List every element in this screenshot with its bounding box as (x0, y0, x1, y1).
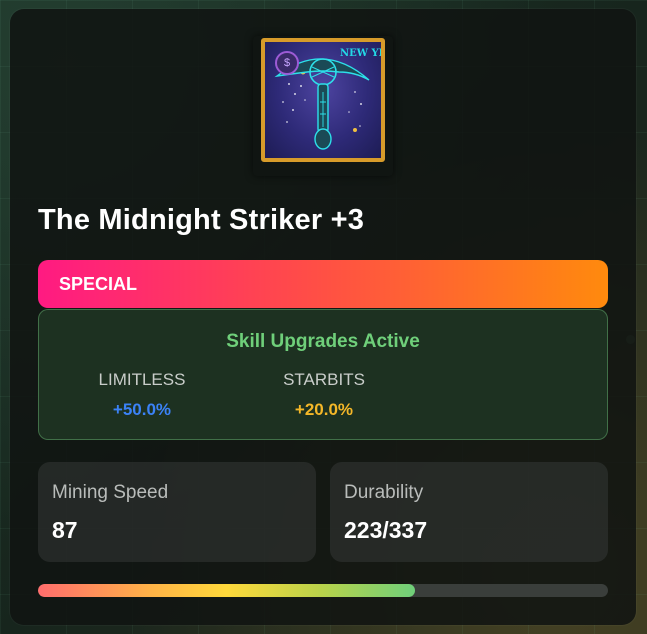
durability-bar-fill (38, 584, 416, 597)
stat-mining-speed: Mining Speed 87 (38, 462, 316, 562)
skill-value: +50.0% (112, 400, 172, 419)
skill-upgrades-heading: Skill Upgrades Active (226, 331, 420, 352)
rarity-banner: SPECIAL (38, 260, 608, 308)
skill-item-limitless: LIMITLESS +50.0% (97, 370, 187, 420)
item-title: The Midnight Striker +3 (38, 204, 365, 236)
item-image: NEW YEAR $ (253, 36, 393, 176)
item-image-frame: NEW YEAR $ (261, 38, 385, 162)
event-label: NEW YEAR (340, 48, 385, 59)
stat-label: Durability (344, 482, 424, 503)
stat-durability: Durability 223/337 (330, 462, 608, 562)
skill-name: LIMITLESS (98, 370, 186, 389)
rarity-label: SPECIAL (59, 273, 138, 294)
skill-value: +20.0% (294, 400, 354, 419)
skill-upgrades-panel: Skill Upgrades Active LIMITLESS +50.0% S… (38, 309, 608, 440)
skill-name: STARBITS (283, 370, 365, 389)
currency-badge-text: $ (283, 57, 291, 69)
stat-value: 223/337 (344, 517, 428, 543)
stat-label: Mining Speed (52, 482, 169, 503)
skill-item-starbits: STARBITS +20.0% (283, 370, 365, 420)
durability-bar (38, 584, 608, 597)
stat-value: 87 (52, 517, 78, 543)
currency-badge-icon: $ (275, 51, 299, 75)
